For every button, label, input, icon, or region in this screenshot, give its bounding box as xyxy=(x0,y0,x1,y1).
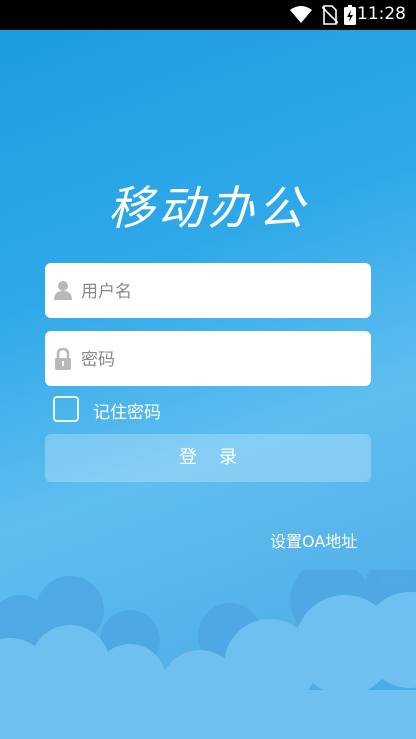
app-title: 移动办公 xyxy=(108,181,308,235)
status-time: 11:28 xyxy=(357,4,406,24)
login-button[interactable]: 登录 xyxy=(45,434,371,482)
remember-label: 记住密码 xyxy=(93,403,161,423)
set-oa-address-link[interactable]: 设置OA地址 xyxy=(270,528,357,552)
status-bar: 11:28 xyxy=(0,0,416,30)
user-icon xyxy=(54,281,72,300)
wifi-icon xyxy=(290,6,312,23)
username-input[interactable] xyxy=(79,263,363,320)
clouds-decoration xyxy=(0,570,416,739)
password-input[interactable] xyxy=(79,331,363,388)
username-field[interactable] xyxy=(45,263,371,320)
no-sim-icon xyxy=(322,5,338,25)
lock-icon xyxy=(55,348,71,370)
remember-checkbox[interactable] xyxy=(53,396,79,422)
password-field[interactable] xyxy=(45,331,371,388)
battery-charging-icon xyxy=(344,5,356,25)
